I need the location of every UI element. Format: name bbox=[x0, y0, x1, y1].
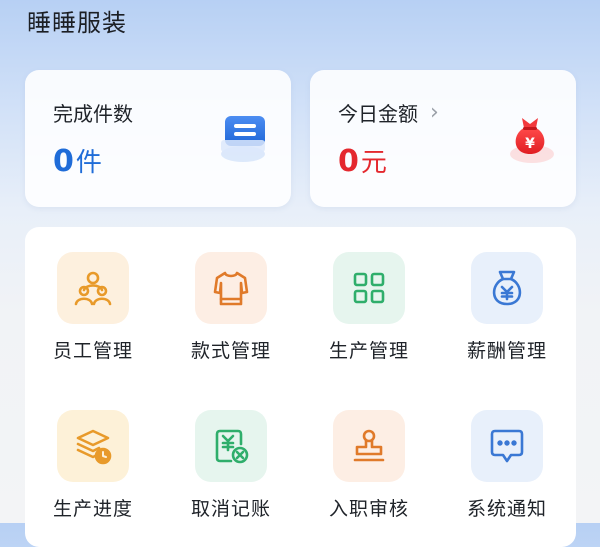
chevron-right-icon[interactable]: › bbox=[430, 101, 439, 124]
menu-panel: 员工管理 款式管理 生产管理 薪酬管理 生产进度 取消记账 入职审核 系统通知 bbox=[25, 227, 576, 547]
today-amount-card[interactable]: 今日金额 › 0元 ¥ bbox=[310, 70, 576, 207]
money-bag-icon: ¥ bbox=[510, 118, 554, 163]
style-management-label: 款式管理 bbox=[190, 340, 271, 362]
today-amount-unit: 元 bbox=[360, 148, 387, 178]
menu-item-system-notification[interactable]: 系统通知 bbox=[452, 410, 562, 521]
cancel-bookkeeping-label: 取消记账 bbox=[190, 498, 271, 520]
app-title: 睡睡服装 bbox=[27, 9, 127, 37]
completed-count-label: 完成件数 bbox=[53, 98, 133, 127]
completed-count-card[interactable]: 完成件数 0件 bbox=[25, 70, 291, 207]
message-card-icon bbox=[221, 116, 265, 162]
employee-management-label: 员工管理 bbox=[52, 340, 133, 362]
style-management-tile[interactable] bbox=[195, 252, 267, 324]
production-management-tile[interactable] bbox=[333, 252, 405, 324]
stamp-icon bbox=[353, 429, 385, 462]
menu-item-onboarding-review[interactable]: 入职审核 bbox=[314, 410, 424, 521]
employees-icon bbox=[74, 271, 112, 306]
production-progress-label: 生产进度 bbox=[52, 498, 133, 520]
today-amount-label-text: 今日金额 bbox=[338, 102, 418, 126]
menu-item-employee-management[interactable]: 员工管理 bbox=[38, 252, 148, 363]
system-notification-label: 系统通知 bbox=[466, 498, 547, 520]
onboarding-review-tile[interactable] bbox=[333, 410, 405, 482]
cancel-bookkeeping-icon bbox=[215, 429, 249, 464]
today-amount-value: 0元 bbox=[338, 142, 387, 179]
system-notification-tile[interactable] bbox=[471, 410, 543, 482]
progress-layers-icon bbox=[76, 429, 112, 465]
production-management-label: 生产管理 bbox=[328, 340, 409, 362]
production-progress-tile[interactable] bbox=[57, 410, 129, 482]
menu-item-style-management[interactable]: 款式管理 bbox=[176, 252, 286, 363]
employee-management-tile[interactable] bbox=[57, 252, 129, 324]
grid-icon bbox=[353, 272, 385, 304]
onboarding-review-label: 入职审核 bbox=[328, 498, 409, 520]
svg-text:¥: ¥ bbox=[525, 136, 535, 152]
completed-count-number: 0 bbox=[53, 144, 74, 179]
menu-item-production-management[interactable]: 生产管理 bbox=[314, 252, 424, 363]
cancel-bookkeeping-tile[interactable] bbox=[195, 410, 267, 482]
salary-bag-icon bbox=[492, 270, 522, 306]
completed-count-unit: 件 bbox=[75, 148, 102, 178]
shirt-icon bbox=[213, 271, 249, 306]
salary-management-label: 薪酬管理 bbox=[466, 340, 547, 362]
menu-item-cancel-bookkeeping[interactable]: 取消记账 bbox=[176, 410, 286, 521]
salary-management-tile[interactable] bbox=[471, 252, 543, 324]
completed-count-value: 0件 bbox=[53, 142, 102, 179]
menu-item-production-progress[interactable]: 生产进度 bbox=[38, 410, 148, 521]
completed-count-label-text: 完成件数 bbox=[53, 102, 133, 126]
today-amount-number: 0 bbox=[338, 144, 359, 179]
today-amount-label: 今日金额 › bbox=[338, 98, 439, 127]
menu-item-salary-management[interactable]: 薪酬管理 bbox=[452, 252, 562, 363]
chat-notice-icon bbox=[490, 429, 524, 463]
